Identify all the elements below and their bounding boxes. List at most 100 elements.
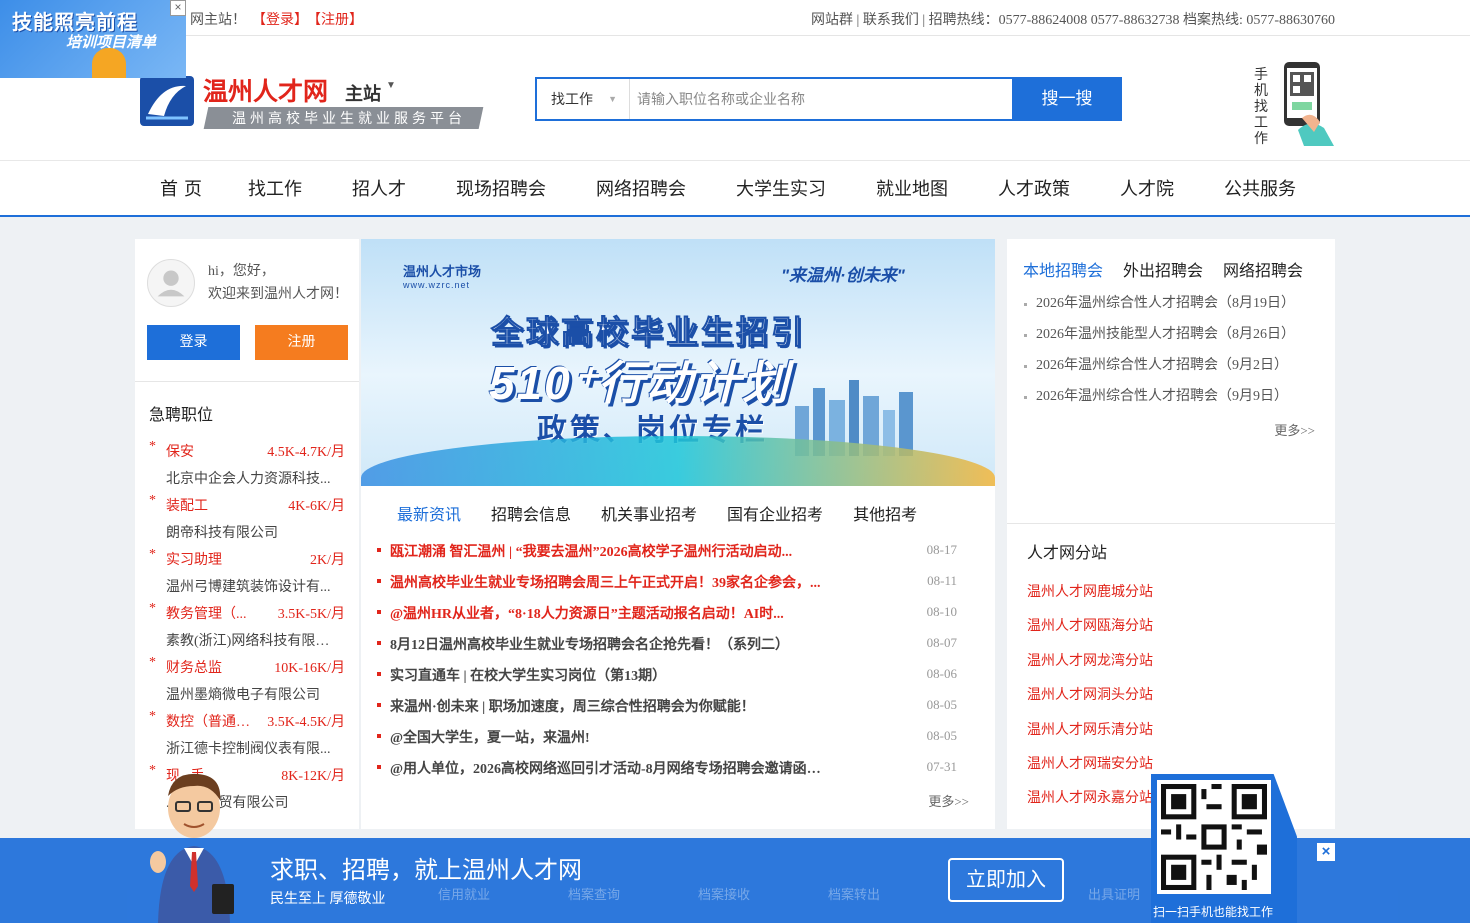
job-pay: 10K-16K/月 (274, 661, 345, 676)
nav-item-public-service[interactable]: 公共服务 (1224, 161, 1296, 217)
phone-qr-icon[interactable] (1280, 58, 1334, 146)
job-item[interactable]: * 保安 4.5K-4.7K/月 北京中企会人力资源科技... (149, 437, 349, 491)
tab-outbound-fair[interactable]: 外出招聘会 (1123, 257, 1203, 281)
job-pay: 8K-12K/月 (281, 769, 345, 784)
branch-link[interactable]: 温州人才网洞头分站 (1027, 684, 1153, 718)
star-icon: * (149, 709, 156, 724)
tab-soe-exam[interactable]: 国有企业招考 (727, 501, 823, 525)
nav-item-online-fair[interactable]: 网络招聘会 (596, 161, 686, 217)
branch-link[interactable]: 温州人才网瑞安分站 (1027, 753, 1153, 787)
fair-list: 2026年温州综合性人才招聘会（8月19日） 2026年温州技能型人才招聘会（8… (1023, 293, 1295, 417)
greeting-welcome: 欢迎来到温州人才网！ (208, 287, 348, 302)
news-date: 08-06 (926, 666, 957, 681)
search-input[interactable] (637, 85, 1007, 113)
job-item[interactable]: * 装配工 4K-6K/月 朗帝科技有限公司 (149, 491, 349, 545)
job-company[interactable]: 素教(浙江)网络科技有限公司 (166, 630, 338, 650)
tab-fair-info[interactable]: 招聘会信息 (491, 501, 571, 525)
nav-item-internship[interactable]: 大学生实习 (736, 161, 826, 217)
job-company[interactable]: 浙江德卡控制阀仪表有限... (166, 738, 338, 758)
close-icon[interactable]: × (1317, 843, 1335, 861)
tab-latest-news[interactable]: 最新资讯 (397, 501, 461, 525)
job-company[interactable]: 温州墨熵微电子有限公司 (166, 684, 338, 704)
news-title[interactable]: 瓯江潮涌 智汇温州 | “我要去温州”2026高校学子温州行活动启动... (390, 541, 830, 561)
register-button[interactable]: 注册 (255, 325, 348, 360)
promo-close-button[interactable]: × (170, 0, 186, 16)
tab-local-fair[interactable]: 本地招聘会 (1023, 257, 1103, 281)
news-panel: 温州人才市场 www.wzrc.net "来温州·创未来" 全球高校毕业生招引 5… (361, 239, 995, 829)
news-item[interactable]: @用人单位，2026高校网络巡回引才活动-8月网络专场招聘会邀请函请... 07-… (377, 754, 973, 785)
tab-gov-exam[interactable]: 机关事业招考 (601, 501, 697, 525)
ghost-service-label: 档案查询 (568, 887, 621, 902)
floating-qr-panel[interactable]: 扫一扫手机也能找工作 (1151, 774, 1297, 923)
mascot-illustration (150, 773, 234, 923)
top-login-link[interactable]: 【登录】 (252, 13, 308, 28)
site-name[interactable]: 温州人才网 (203, 72, 328, 108)
site-switcher[interactable]: 主站 ▼ (345, 80, 396, 106)
login-button[interactable]: 登录 (147, 325, 240, 360)
nav-item-talent-policy[interactable]: 人才政策 (998, 161, 1070, 217)
job-item[interactable]: * 财务总监 10K-16K/月 温州墨熵微电子有限公司 (149, 653, 349, 707)
news-item[interactable]: 瓯江潮涌 智汇温州 | “我要去温州”2026高校学子温州行活动启动... 08-… (377, 537, 973, 568)
nav-item-job-map[interactable]: 就业地图 (876, 161, 948, 217)
news-title[interactable]: 实习直通车 | 在校大学生实习岗位（第13期） (390, 665, 830, 685)
job-company[interactable]: 温州弓博建筑装饰设计有... (166, 576, 338, 596)
job-title[interactable]: 实习助理 (166, 549, 256, 569)
news-title[interactable]: 温州高校毕业生就业专场招聘会周三上午正式开启！39家名企参会，... (390, 572, 830, 592)
welcome-text: 网主站！ (190, 13, 246, 28)
banner-slogan: "来温州·创未来" (781, 266, 905, 285)
star-icon: * (149, 439, 156, 454)
news-title[interactable]: @用人单位，2026高校网络巡回引才活动-8月网络专场招聘会邀请函请... (390, 758, 830, 778)
job-company[interactable]: 北京中企会人力资源科技... (166, 468, 338, 488)
job-item[interactable]: * 教务管理（... 3.5K-5K/月 素教(浙江)网络科技有限公司 (149, 599, 349, 653)
nav-item-onsite-fair[interactable]: 现场招聘会 (456, 161, 546, 217)
news-item[interactable]: 温州高校毕业生就业专场招聘会周三上午正式开启！39家名企参会，... 08-11 (377, 568, 973, 599)
job-title[interactable]: 数控（普通）... (166, 711, 256, 731)
top-register-link[interactable]: 【注册】 (314, 13, 363, 28)
hero-banner[interactable]: 温州人才市场 www.wzrc.net "来温州·创未来" 全球高校毕业生招引 5… (361, 239, 995, 486)
news-title[interactable]: 来温州·创未来 | 职场加速度，周三综合性招聘会为你赋能！ (390, 696, 830, 716)
fair-item[interactable]: 2026年温州综合性人才招聘会（8月19日） (1023, 293, 1295, 324)
promo-ad[interactable]: 技能照亮前程 培训项目清单 × (0, 0, 186, 78)
news-title[interactable]: 8月12日温州高校毕业生就业专场招聘会名企抢先看！（系列二） (390, 634, 830, 654)
nav-item-home[interactable]: 首页 (160, 161, 208, 217)
job-company[interactable]: 朗帝科技有限公司 (166, 522, 338, 542)
branch-link[interactable]: 温州人才网龙湾分站 (1027, 650, 1153, 684)
nav-item-recruit[interactable]: 招人才 (352, 161, 406, 217)
divider (135, 381, 359, 382)
urgent-jobs-list: * 保安 4.5K-4.7K/月 北京中企会人力资源科技... * 装配工 4K-6K/月… (149, 437, 349, 815)
star-icon: * (149, 547, 156, 562)
job-item[interactable]: * 数控（普通）... 3.5K-4.5K/月 浙江德卡控制阀仪表有限... (149, 707, 349, 761)
news-item[interactable]: @温州HR从业者，“8·18人力资源日”主题活动报名启动！AI时... 08-10 (377, 599, 973, 630)
branch-link[interactable]: 温州人才网鹿城分站 (1027, 581, 1153, 615)
news-title[interactable]: @温州HR从业者，“8·18人力资源日”主题活动报名启动！AI时... (390, 603, 830, 623)
site-sub-label: 主站 (345, 84, 381, 104)
branch-link[interactable]: 温州人才网乐清分站 (1027, 719, 1153, 753)
tab-other-exam[interactable]: 其他招考 (853, 501, 917, 525)
job-title[interactable]: 保安 (166, 441, 256, 461)
job-title[interactable]: 财务总监 (166, 657, 256, 677)
news-title[interactable]: @全国大学生，夏一站，来温州! (390, 727, 830, 747)
job-title[interactable]: 教务管理（... (166, 603, 256, 623)
search-button[interactable]: 搜一搜 (1012, 77, 1122, 121)
news-item[interactable]: 来温州·创未来 | 职场加速度，周三综合性招聘会为你赋能！ 08-05 (377, 692, 973, 723)
job-item[interactable]: * 实习助理 2K/月 温州弓博建筑装饰设计有... (149, 545, 349, 599)
branch-link[interactable]: 温州人才网瓯海分站 (1027, 615, 1153, 649)
nav-item-find-job[interactable]: 找工作 (248, 161, 302, 217)
bullet (377, 672, 381, 676)
fair-item[interactable]: 2026年温州综合性人才招聘会（9月2日） (1023, 355, 1295, 386)
job-title[interactable]: 装配工 (166, 495, 256, 515)
branch-link[interactable]: 温州人才网永嘉分站 (1027, 787, 1153, 821)
fair-item[interactable]: 2026年温州技能型人才招聘会（8月26日） (1023, 324, 1295, 355)
news-more-link[interactable]: 更多>> (928, 791, 969, 810)
fair-item[interactable]: 2026年温州综合性人才招聘会（9月9日） (1023, 386, 1295, 417)
news-item[interactable]: @全国大学生，夏一站，来温州! 08-05 (377, 723, 973, 754)
news-item[interactable]: 实习直通车 | 在校大学生实习岗位（第13期） 08-06 (377, 661, 973, 692)
news-item[interactable]: 8月12日温州高校毕业生就业专场招聘会名企抢先看！（系列二） 08-07 (377, 630, 973, 661)
search-type-select[interactable]: 找工作 ▼ (537, 79, 630, 119)
nav-item-talent-institute[interactable]: 人才院 (1120, 161, 1174, 217)
join-now-button[interactable]: 立即加入 (948, 858, 1064, 902)
tab-online-fair[interactable]: 网络招聘会 (1223, 257, 1303, 281)
chevron-down-icon: ▼ (386, 80, 396, 91)
top-bar-links[interactable]: 网站群 | 联系我们 | 招聘热线：0577-88624008 0577-886… (811, 9, 1335, 29)
fairs-more-link[interactable]: 更多>> (1274, 420, 1315, 439)
